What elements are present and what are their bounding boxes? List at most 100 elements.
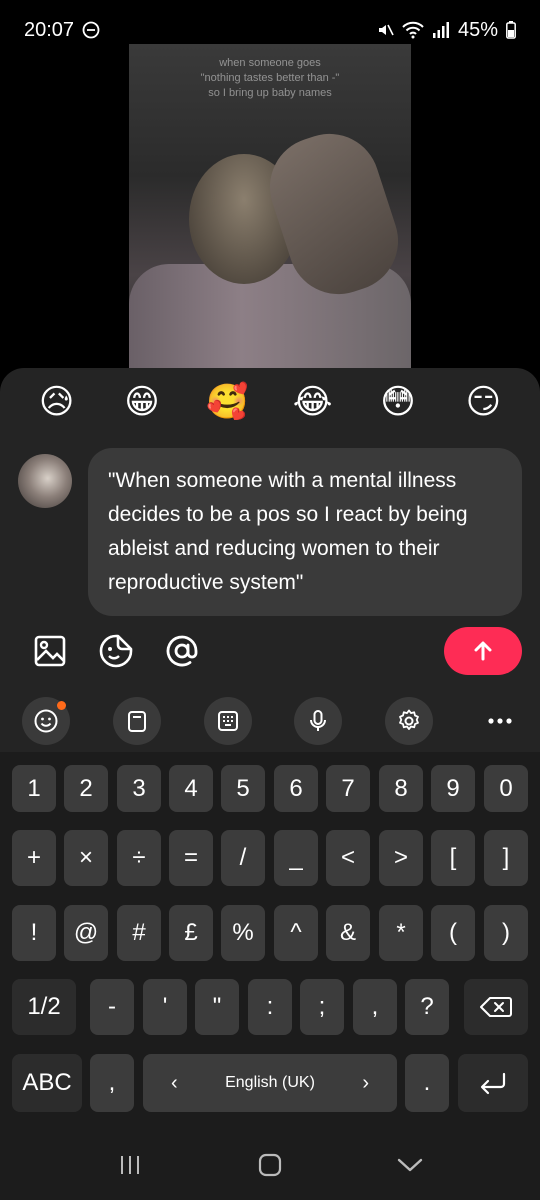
enter-key[interactable]	[458, 1054, 528, 1112]
chevron-right-icon: ›	[362, 1071, 369, 1094]
video-caption-line: "nothing tastes better than -"	[200, 72, 340, 84]
abc-key[interactable]: ABC	[12, 1054, 82, 1112]
smiley-icon	[34, 709, 58, 733]
avatar	[18, 454, 72, 508]
key[interactable]: ?	[405, 979, 449, 1035]
key[interactable]: 8	[379, 765, 423, 812]
keyboard-settings-button[interactable]	[385, 697, 434, 745]
key[interactable]: ×	[64, 830, 108, 886]
key[interactable]: =	[169, 830, 213, 886]
keyboard-emoji-button[interactable]	[22, 697, 70, 745]
comment-tools-row	[30, 626, 522, 676]
key[interactable]: 3	[117, 765, 161, 812]
keyboard-clipboard-button[interactable]	[112, 697, 161, 745]
chevron-down-icon	[397, 1158, 423, 1172]
key[interactable]: &	[326, 905, 370, 961]
key[interactable]: 6	[274, 765, 318, 812]
symbol-keyboard: 1 2 3 4 5 6 7 8 9 0 + × ÷ = / _ < > [ ] …	[0, 752, 540, 1130]
emoji-joy-button[interactable]: 😂	[285, 382, 341, 422]
image-icon[interactable]	[30, 631, 70, 671]
key[interactable]: 7	[326, 765, 370, 812]
enter-icon	[480, 1072, 506, 1095]
send-button[interactable]	[444, 627, 522, 675]
key[interactable]: )	[484, 905, 528, 961]
key[interactable]: #	[117, 905, 161, 961]
key[interactable]: "	[195, 979, 239, 1035]
key[interactable]: [	[431, 830, 475, 886]
video-preview[interactable]: when someone goes "nothing tastes better…	[129, 44, 411, 374]
key[interactable]: !	[12, 905, 56, 961]
status-time: 20:07	[24, 18, 75, 41]
space-language-label: English (UK)	[225, 1074, 315, 1091]
key[interactable]: ]	[484, 830, 528, 886]
key[interactable]: 9	[431, 765, 475, 812]
key[interactable]: <	[326, 830, 370, 886]
key[interactable]: %	[221, 905, 265, 961]
recents-button[interactable]	[100, 1140, 160, 1190]
emoji-hearts-button[interactable]: 🥰	[199, 382, 255, 422]
emoji-flushed-button[interactable]: 😳	[370, 382, 426, 422]
video-caption: when someone goes "nothing tastes better…	[129, 56, 411, 101]
video-caption-line: when someone goes	[219, 57, 321, 69]
key[interactable]: 4	[169, 765, 213, 812]
emoji-smirk-button[interactable]: 😏	[455, 382, 511, 422]
signal-icon	[432, 22, 449, 38]
dnd-icon	[82, 21, 100, 39]
gear-icon	[399, 709, 420, 730]
mention-icon[interactable]	[162, 631, 202, 671]
space-key[interactable]: ‹ English (UK) ›	[143, 1054, 397, 1112]
chevron-left-icon: ‹	[171, 1071, 178, 1094]
comma-key[interactable]: ,	[90, 1054, 134, 1112]
video-caption-line: so I bring up baby names	[208, 87, 332, 99]
emoji-reaction-row: 😥 😁 🥰 😂 😳 😏	[0, 382, 540, 422]
keyboard-toolbar	[0, 690, 540, 752]
key[interactable]: ÷	[117, 830, 161, 886]
home-icon	[258, 1153, 282, 1177]
microphone-icon	[310, 710, 327, 731]
recents-icon	[121, 1156, 139, 1174]
period-key[interactable]: .	[405, 1054, 449, 1112]
arrow-up-icon	[474, 641, 492, 661]
key[interactable]: >	[379, 830, 423, 886]
key[interactable]: £	[169, 905, 213, 961]
key[interactable]: _	[274, 830, 318, 886]
wifi-icon	[402, 21, 424, 39]
key[interactable]: 5	[221, 765, 265, 812]
backspace-icon	[480, 997, 512, 1017]
status-left: 20:07	[24, 19, 100, 42]
battery-percent: 45%	[457, 18, 498, 41]
key[interactable]: '	[143, 979, 187, 1035]
key[interactable]: 0	[484, 765, 528, 812]
emoji-sad-button[interactable]: 😥	[29, 382, 85, 422]
keypad-icon	[217, 711, 238, 731]
back-button[interactable]	[380, 1140, 440, 1190]
notification-dot	[57, 701, 66, 710]
key[interactable]: /	[221, 830, 265, 886]
comment-input[interactable]: "When someone with a mental illness deci…	[88, 448, 522, 616]
key[interactable]: ,	[353, 979, 397, 1035]
keyboard-voice-button[interactable]	[294, 697, 343, 745]
key[interactable]: (	[431, 905, 475, 961]
mute-icon	[378, 24, 394, 36]
key[interactable]: -	[90, 979, 134, 1035]
battery-icon	[506, 21, 516, 39]
key[interactable]: *	[379, 905, 423, 961]
status-right: 45%	[376, 19, 516, 42]
key[interactable]: @	[64, 905, 108, 961]
emoji-grin-button[interactable]: 😁	[114, 382, 170, 422]
key[interactable]: 2	[64, 765, 108, 812]
key[interactable]: ;	[300, 979, 344, 1035]
key[interactable]: +	[12, 830, 56, 886]
sticker-icon[interactable]	[96, 631, 136, 671]
home-button[interactable]	[240, 1140, 300, 1190]
key[interactable]: ^	[274, 905, 318, 961]
comment-compose-row: "When someone with a mental illness deci…	[18, 448, 522, 616]
key[interactable]: 1	[12, 765, 56, 812]
more-dots-icon	[488, 718, 512, 724]
clipboard-icon	[127, 711, 146, 732]
page-toggle-key[interactable]: 1/2	[12, 979, 76, 1035]
keyboard-more-button[interactable]	[476, 697, 524, 745]
key[interactable]: :	[248, 979, 292, 1035]
backspace-key[interactable]	[464, 979, 528, 1035]
keyboard-layout-button[interactable]	[203, 697, 252, 745]
